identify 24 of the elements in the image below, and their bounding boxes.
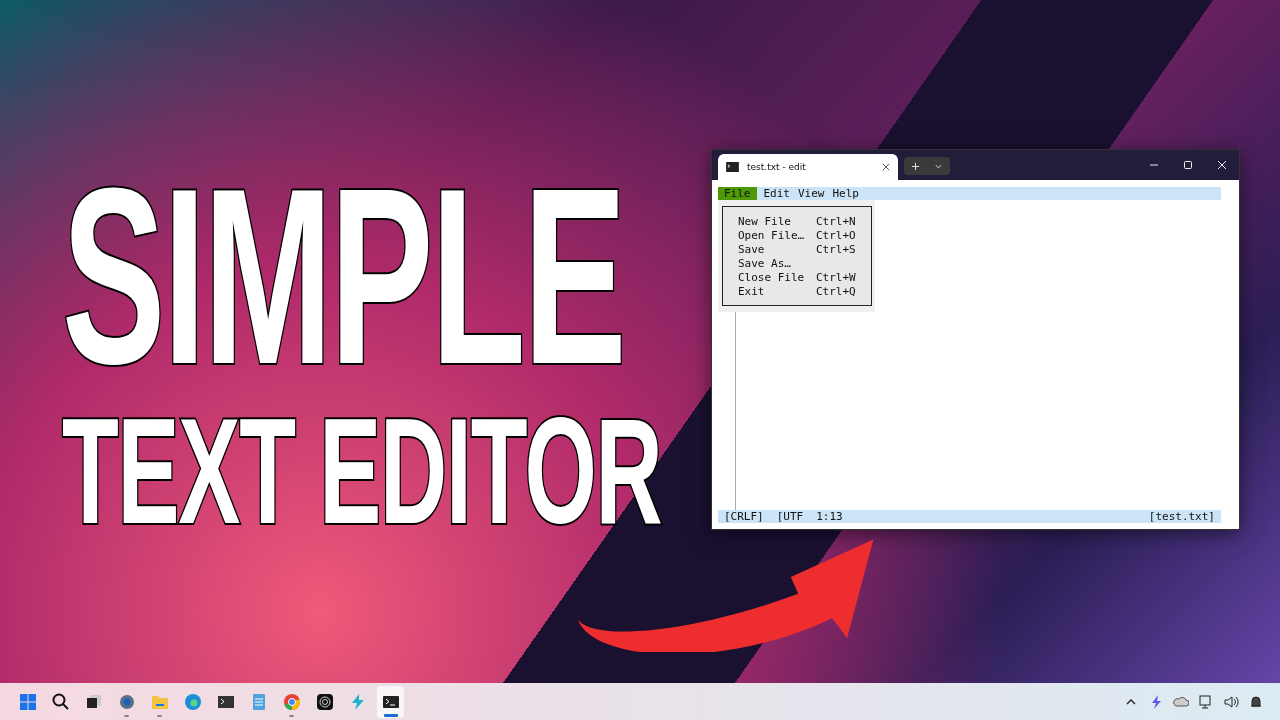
terminal-icon <box>726 162 739 172</box>
volume-icon[interactable] <box>1223 693 1239 710</box>
menu-option[interactable]: New File Ctrl+N <box>738 215 856 229</box>
close-icon[interactable] <box>882 163 890 171</box>
menu-item[interactable]: View <box>797 187 826 200</box>
menu-option[interactable]: Exit Ctrl+Q <box>738 285 856 299</box>
menu-item[interactable]: Help <box>831 187 860 200</box>
new-tab-button[interactable] <box>904 157 950 175</box>
terminal-icon[interactable] <box>377 685 404 718</box>
window-tab[interactable]: test.txt - edit <box>718 154 898 180</box>
menu-option[interactable]: Open File… Ctrl+O <box>738 229 856 243</box>
menu-item[interactable]: File <box>718 187 757 200</box>
plus-icon <box>911 161 920 171</box>
tab-title: test.txt - edit <box>747 162 807 172</box>
menu-item[interactable]: Edit <box>762 187 791 200</box>
menu-option[interactable]: Save As… <box>738 257 856 271</box>
status-text: [UTF <box>776 510 804 523</box>
status-text: [test.txt] <box>1148 510 1215 523</box>
maximize-icon[interactable] <box>1183 160 1193 170</box>
menu-option[interactable]: Save Ctrl+S <box>738 243 856 257</box>
menu-option[interactable]: Close File Ctrl+W <box>738 271 856 285</box>
status-text: 1:13 <box>816 510 843 523</box>
notification-icon[interactable] <box>1248 693 1264 710</box>
status-text: [CRLF] <box>724 510 764 523</box>
